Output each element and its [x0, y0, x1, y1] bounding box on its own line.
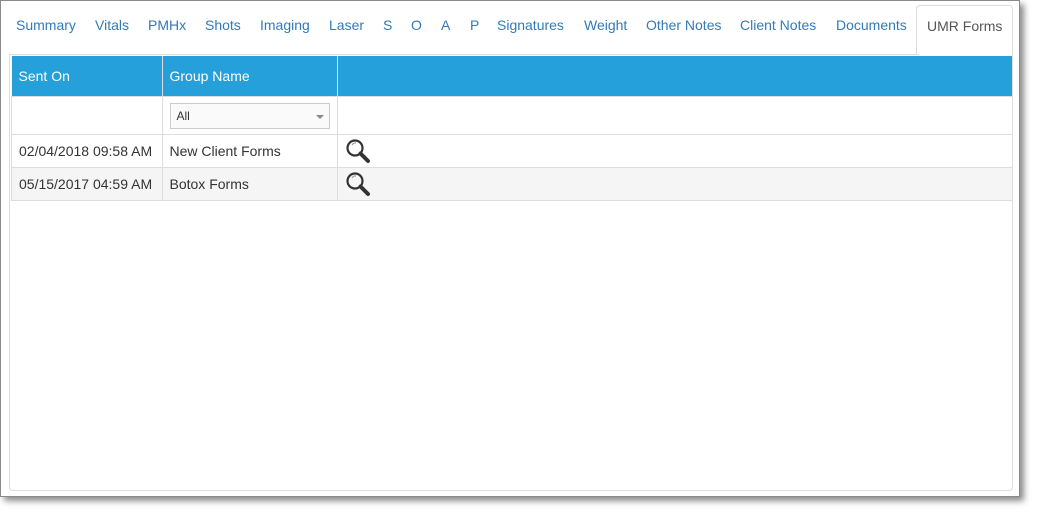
chevron-down-icon: [315, 114, 324, 119]
table-header: Sent On Group Name: [11, 56, 1013, 97]
column-header-group-name[interactable]: Group Name: [162, 56, 338, 97]
filter-cell-actions: [336, 96, 1013, 135]
group-name-filter-value: All: [176, 108, 190, 123]
tab-client-notes[interactable]: Client Notes: [740, 5, 816, 47]
tab-vitals[interactable]: Vitals: [95, 5, 129, 47]
window: Summary Vitals PMHx Shots Imaging Laser …: [0, 0, 1020, 497]
sent-on-cell: 02/04/2018 09:58 AM: [11, 134, 163, 168]
group-name-cell: New Client Forms: [161, 134, 338, 168]
table-row: 02/04/2018 09:58 AM New Client Forms: [11, 134, 1013, 168]
tab-umr-forms[interactable]: UMR Forms: [916, 5, 1014, 55]
tab-a[interactable]: A: [441, 5, 450, 47]
tab-o[interactable]: O: [411, 5, 422, 47]
actions-cell: [336, 167, 1013, 201]
tab-shots[interactable]: Shots: [205, 5, 241, 47]
tab-imaging[interactable]: Imaging: [260, 5, 310, 47]
magnifier-icon[interactable]: [345, 138, 371, 164]
tab-other-notes[interactable]: Other Notes: [646, 5, 721, 47]
sent-on-cell: 05/15/2017 04:59 AM: [11, 167, 163, 201]
column-header-actions: [337, 56, 1013, 97]
tab-s[interactable]: S: [383, 5, 392, 47]
tab-pmhx[interactable]: PMHx: [148, 5, 186, 47]
column-header-sent-on[interactable]: Sent On: [11, 56, 163, 97]
tab-p[interactable]: P: [470, 5, 479, 47]
filter-cell-group-name: All: [161, 96, 338, 135]
tab-bar: Summary Vitals PMHx Shots Imaging Laser …: [9, 5, 1014, 55]
tab-laser[interactable]: Laser: [329, 5, 364, 47]
magnifier-icon[interactable]: [345, 171, 371, 197]
tab-signatures[interactable]: Signatures: [497, 5, 564, 47]
tab-weight[interactable]: Weight: [584, 5, 627, 47]
group-name-filter-select[interactable]: All: [169, 102, 330, 129]
filter-cell-empty: [11, 96, 163, 135]
tab-summary[interactable]: Summary: [16, 5, 76, 47]
filter-row: All: [11, 96, 1013, 135]
group-name-cell: Botox Forms: [161, 167, 338, 201]
tab-documents[interactable]: Documents: [836, 5, 907, 47]
table-row: 05/15/2017 04:59 AM Botox Forms: [11, 167, 1013, 201]
umr-forms-table: Sent On Group Name All 02/04/2018 09:58 …: [11, 56, 1013, 201]
actions-cell: [336, 134, 1013, 168]
